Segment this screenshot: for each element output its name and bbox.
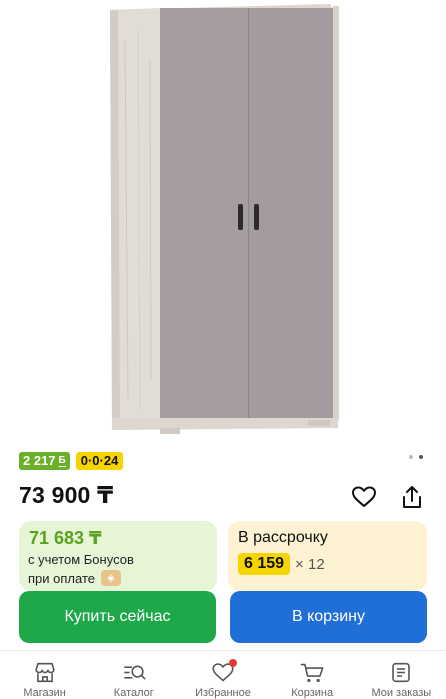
product-image[interactable] (0, 0, 446, 440)
wardrobe-illustration (110, 4, 339, 434)
pagination-dot-active[interactable] (419, 455, 423, 459)
promo-badges: 2 217 Б 0·0·24 (19, 452, 124, 470)
cart-icon (300, 663, 324, 683)
installment-plan-badge: 0·0·24 (75, 452, 124, 470)
nav-label: Избранное (195, 687, 251, 699)
payment-method-icon: ◈ (100, 570, 121, 586)
installment-row: 6 159 × 12 (238, 553, 325, 575)
gallery-pagination (409, 455, 423, 459)
installment-title: В рассрочку (238, 529, 328, 546)
add-to-cart-button[interactable]: В корзину (230, 591, 427, 643)
nav-label: Мои заказы (371, 687, 432, 699)
bonus-note: с учетом Бонусов (28, 552, 134, 567)
bonus-price-card[interactable]: 71 683 ₸ с учетом Бонусов при оплате ◈ (19, 521, 217, 591)
nav-item-orders[interactable]: Мои заказы (357, 651, 446, 699)
nav-label: Корзина (291, 687, 334, 699)
installment-card[interactable]: В рассрочку 6 159 × 12 (228, 521, 427, 591)
orders-icon (392, 662, 411, 683)
nav-label: Каталог (113, 687, 154, 699)
bonus-amount: 2 217 (23, 453, 56, 468)
nav-item-store[interactable]: Магазин (0, 651, 89, 699)
bonus-price: 71 683 ₸ (29, 528, 102, 548)
bonus-symbol: Б (58, 454, 66, 467)
favorite-button[interactable] (349, 482, 379, 512)
nav-item-favorites[interactable]: Избранное (178, 651, 267, 699)
buy-now-button[interactable]: Купить сейчас (19, 591, 216, 643)
bonus-badge: 2 217 Б (19, 452, 70, 470)
nav-label: Магазин (23, 687, 66, 699)
bottom-navigation: Магазин Каталог Избранное Корзина Мои за… (0, 650, 446, 699)
share-icon (403, 486, 421, 508)
bonus-note-payment: при оплате ◈ (28, 570, 121, 586)
catalog-search-icon (124, 665, 146, 680)
nav-item-cart[interactable]: Корзина (268, 651, 357, 699)
bonus-note-payment-label: при оплате (28, 570, 95, 586)
notification-dot (229, 659, 238, 667)
heart-icon (352, 486, 376, 507)
installment-amount: 6 159 (238, 553, 291, 575)
installment-multiplier: × 12 (295, 555, 325, 573)
pagination-dot[interactable] (409, 455, 413, 459)
nav-item-catalog[interactable]: Каталог (89, 651, 178, 699)
share-button[interactable] (397, 482, 427, 512)
store-icon (34, 662, 55, 683)
product-price: 73 900 ₸ (19, 482, 114, 508)
